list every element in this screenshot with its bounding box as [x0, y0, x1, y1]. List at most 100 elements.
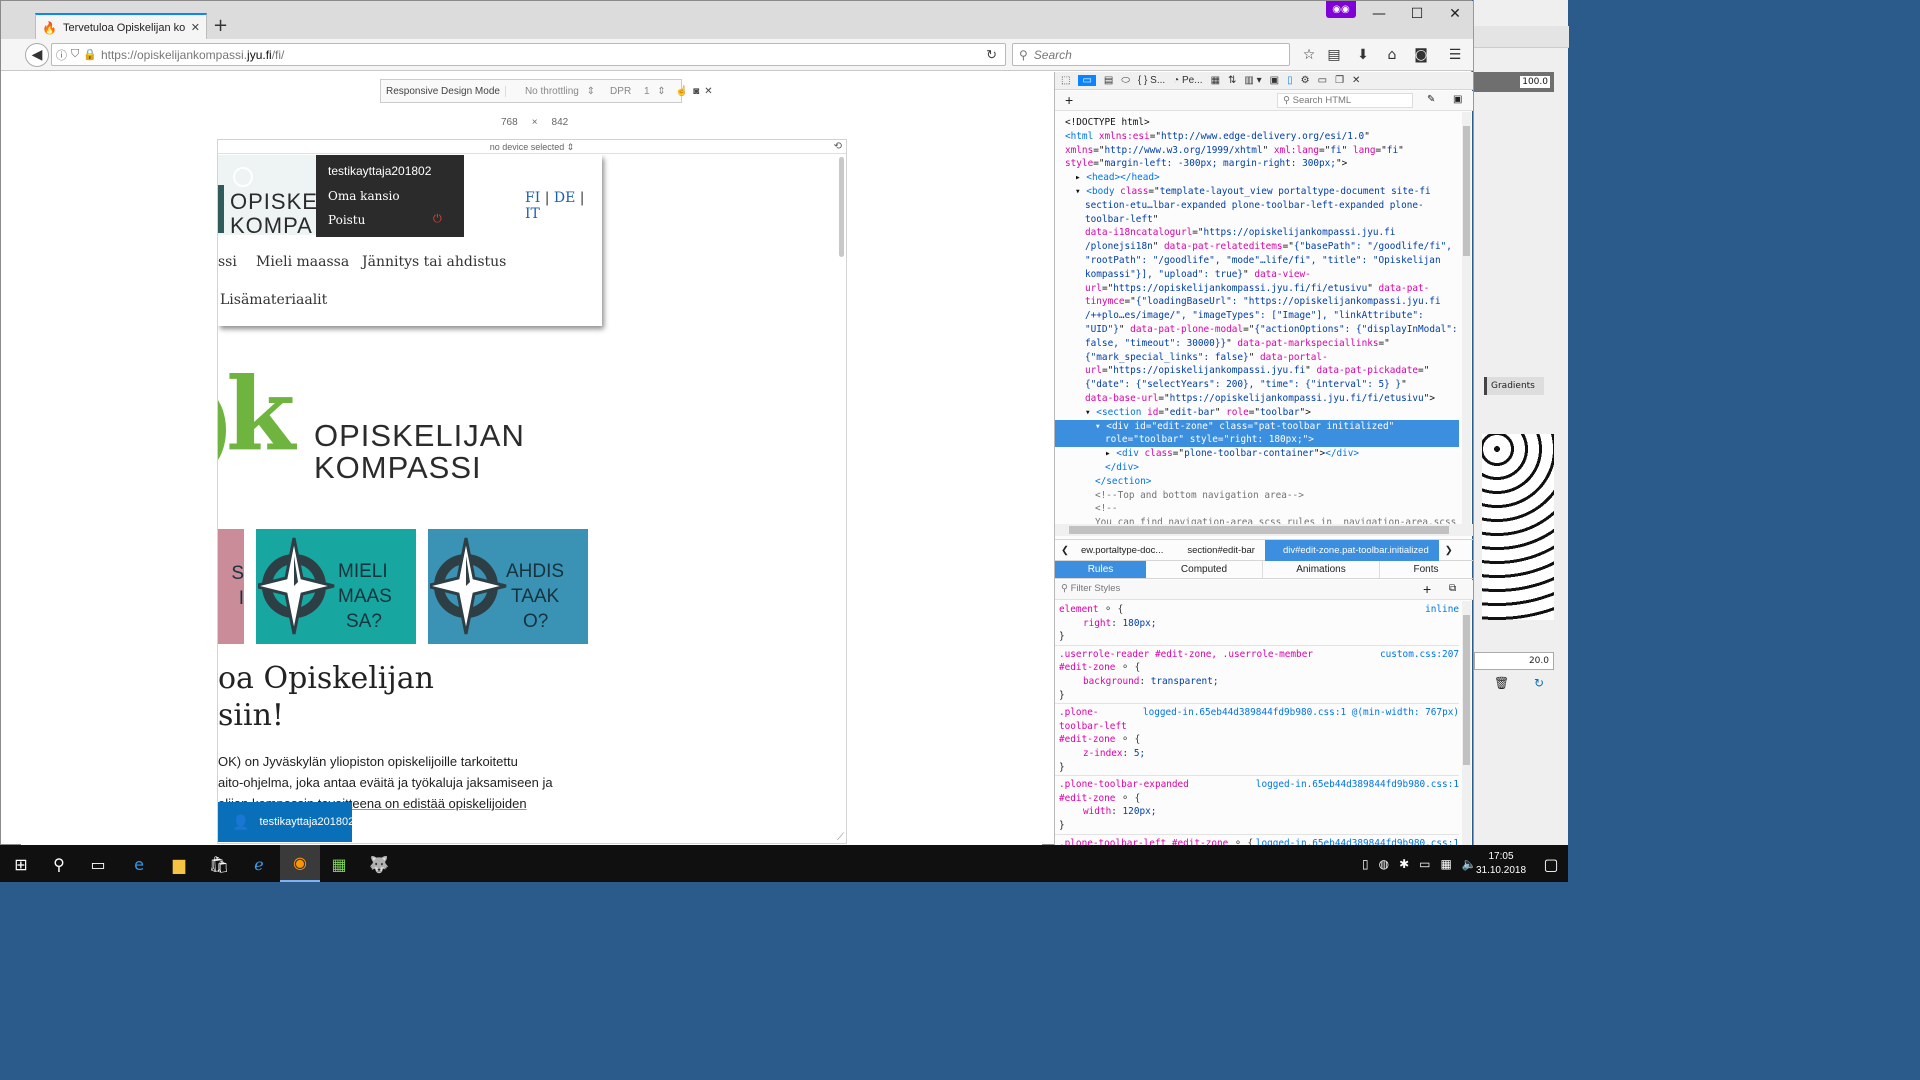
- performance-tab[interactable]: ◔ Pe...: [1173, 75, 1202, 86]
- tile-pink[interactable]: S I: [218, 529, 244, 644]
- screenshot-node-icon[interactable]: ▣: [1453, 94, 1462, 105]
- display-icon[interactable]: ▭: [1419, 857, 1430, 871]
- dock-icon[interactable]: ▭: [1318, 75, 1327, 86]
- html-tree-line[interactable]: </div>: [1055, 461, 1459, 475]
- close-tab-icon[interactable]: ✕: [191, 21, 200, 34]
- html-tree-line[interactable]: data-i18ncatalogurl="https://opiskelijan…: [1055, 226, 1459, 240]
- style-editor-tab[interactable]: { } S...: [1138, 75, 1165, 86]
- inspector-tab-icon[interactable]: ▭: [1078, 75, 1096, 86]
- breadcrumb-prev-icon[interactable]: ❮: [1055, 545, 1075, 556]
- html-tree-line[interactable]: url="https://opiskelijankompassi.jyu.fi/…: [1055, 282, 1459, 296]
- html-tree-line[interactable]: /plonejsi18n" data-pat-relateditems="{"b…: [1055, 240, 1459, 254]
- rule-selector[interactable]: toolbar-left: [1059, 720, 1459, 734]
- settings-gear-icon[interactable]: ⚙: [1301, 75, 1310, 86]
- tab-computed[interactable]: Computed: [1146, 561, 1263, 578]
- breadcrumb-div[interactable]: div#edit-zone.pat-toolbar.initialized: [1264, 539, 1439, 561]
- html-tree-line[interactable]: <!--: [1055, 502, 1459, 516]
- lang-fi[interactable]: FI: [525, 190, 540, 206]
- rules-scrollbar[interactable]: [1462, 601, 1471, 846]
- file-explorer-icon[interactable]: ▆: [166, 851, 192, 877]
- page-scrollbar[interactable]: [839, 157, 844, 257]
- touch-icon[interactable]: ☝: [671, 86, 693, 97]
- rule-selector[interactable]: #edit-zone ⚬ {: [1059, 792, 1459, 806]
- reload-icon[interactable]: ↻: [986, 47, 997, 63]
- header-logo-line2[interactable]: KOMPA: [230, 213, 313, 239]
- responsive-mode-icon[interactable]: ▯: [1287, 75, 1293, 86]
- storage-tab-icon[interactable]: ▥ ▾: [1244, 75, 1261, 86]
- nav-item-ssi[interactable]: ssi: [218, 254, 237, 270]
- home-icon[interactable]: ⌂: [1379, 43, 1405, 67]
- rule-selector[interactable]: #edit-zone ⚬ {: [1059, 733, 1459, 747]
- html-tree-line[interactable]: tinymce="{"loadingBaseUrl": "https://opi…: [1055, 295, 1459, 309]
- breadcrumb-body[interactable]: ew.portaltype-doc...: [1075, 545, 1177, 556]
- rule-selector[interactable]: .userrole-reader #edit-zone, .userrole-m…: [1059, 648, 1459, 662]
- network-tab-icon[interactable]: ⇅: [1228, 75, 1236, 86]
- html-tree-line[interactable]: ▾ <section id="edit-bar" role="toolbar">: [1055, 406, 1459, 420]
- lang-it[interactable]: IT: [525, 206, 540, 222]
- minimize-button[interactable]: —: [1359, 1, 1399, 27]
- nav-item-jannitys[interactable]: Jännitys tai ahdistus: [362, 254, 506, 270]
- url-text[interactable]: https://opiskelijankompassi.jyu.fi/fi/: [101, 48, 284, 62]
- breadcrumb-next-icon[interactable]: ❯: [1439, 545, 1459, 556]
- edge-icon[interactable]: e: [126, 851, 152, 877]
- html-tree-line[interactable]: kompassi"}], "upload": true}" data-view-: [1055, 268, 1459, 282]
- plone-toolbar-user-button[interactable]: 👤 testikayttaja201802: [218, 802, 354, 842]
- rule-selector[interactable]: #edit-zone ⚬ {: [1059, 661, 1459, 675]
- html-tree-line[interactable]: style="margin-left: -300px; margin-right…: [1055, 157, 1459, 171]
- html-tree-line[interactable]: xmlns="http://www.w3.org/1999/xhtml" xml…: [1055, 144, 1459, 158]
- back-button[interactable]: ◀: [25, 43, 49, 67]
- start-windows-icon[interactable]: ⊞: [8, 851, 34, 877]
- filter-styles-input[interactable]: ⚲ Filter Styles: [1061, 583, 1120, 594]
- add-rule-icon[interactable]: +: [1423, 581, 1431, 597]
- hamburger-menu-icon[interactable]: ☰: [1442, 43, 1468, 67]
- gimp-gradients-tab[interactable]: Gradients: [1484, 377, 1544, 395]
- tile-ahdistaako[interactable]: AHDIS TAAK O?: [428, 529, 588, 644]
- notifications-icon[interactable]: ▢: [1538, 851, 1564, 877]
- html-tree-line[interactable]: section-etu…lbar-expanded plone-toolbar-…: [1055, 199, 1459, 213]
- rule-declaration[interactable]: z-index: 5;: [1059, 747, 1459, 761]
- tab-rules[interactable]: Rules: [1055, 561, 1146, 578]
- tab-fonts[interactable]: Fonts: [1380, 561, 1472, 578]
- menu-item-oma-kansio[interactable]: Oma kansio: [328, 189, 400, 203]
- search-html-input[interactable]: ⚲ Search HTML: [1277, 93, 1413, 108]
- html-tree-line[interactable]: <!DOCTYPE html>: [1055, 116, 1459, 130]
- library-icon[interactable]: ▤: [1321, 43, 1347, 67]
- add-node-icon[interactable]: +: [1065, 92, 1073, 108]
- info-icon[interactable]: ⓘ: [56, 47, 67, 63]
- gimp-trash-icon[interactable]: 🗑: [1494, 676, 1509, 690]
- html-tree-hscroll[interactable]: [1055, 524, 1473, 536]
- rule-declaration[interactable]: right: 180px;: [1059, 617, 1459, 631]
- taskbar-clock[interactable]: 17:05 31.10.2018: [1472, 850, 1530, 878]
- html-tree-line[interactable]: ▾ <div id="edit-zone" class="pat-toolbar…: [1055, 419, 1459, 434]
- notepad-icon[interactable]: ▦: [326, 851, 352, 877]
- device-selector[interactable]: no device selected ⇕: [218, 140, 846, 154]
- rule-declaration[interactable]: width: 120px;: [1059, 805, 1459, 819]
- html-tree-line[interactable]: data-base-url="https://opiskelijankompas…: [1055, 392, 1459, 406]
- html-tree-line[interactable]: You can find navigation-area scss rules …: [1055, 516, 1459, 524]
- debugger-tab-icon[interactable]: ⬭: [1121, 75, 1130, 86]
- eyedropper-icon[interactable]: ✎: [1427, 94, 1435, 105]
- firefox-icon[interactable]: ◉: [280, 845, 320, 882]
- new-tab-button[interactable]: +: [213, 15, 228, 36]
- resize-handle-icon[interactable]: ⟋: [837, 832, 844, 843]
- memory-tab-icon[interactable]: ▦: [1211, 75, 1220, 86]
- network-icon[interactable]: ✱: [1399, 857, 1409, 871]
- html-tree-line[interactable]: toolbar-left": [1055, 213, 1459, 227]
- tile-mieli-maassa[interactable]: MIELI MAAS SA?: [256, 529, 416, 644]
- html-tree-line[interactable]: <!--Top and bottom navigation area-->: [1055, 489, 1459, 503]
- globe-icon[interactable]: ◍: [1379, 857, 1389, 871]
- console-tab-icon[interactable]: ▤: [1104, 75, 1113, 86]
- html-tree-scrollbar[interactable]: [1462, 112, 1471, 524]
- store-icon[interactable]: 🛍: [206, 851, 232, 877]
- url-bar[interactable]: ⓘ ⛉ 🔒 https://opiskelijankompassi.jyu.fi…: [51, 43, 1006, 66]
- dpr-select[interactable]: DPR 1 ⇕: [600, 86, 671, 97]
- html-tree-line[interactable]: </section>: [1055, 475, 1459, 489]
- html-tree-line[interactable]: /++plo…es/image/", "imageTypes": ["Image…: [1055, 309, 1459, 323]
- nav-item-mieli-maassa[interactable]: Mieli maassa: [256, 254, 349, 270]
- search-bar[interactable]: ⚲ Search: [1012, 43, 1290, 66]
- html-tree-line[interactable]: "rootPath": "/goodlife", "mode"…life/fi"…: [1055, 254, 1459, 268]
- rule-selector[interactable]: .plone-toolbar-expanded logged-in.65eb44d…: [1059, 778, 1459, 792]
- rule-declaration[interactable]: background: transparent;: [1059, 675, 1459, 689]
- close-devtools-icon[interactable]: ✕: [1352, 75, 1360, 86]
- logout-icon[interactable]: ⏻: [433, 212, 442, 226]
